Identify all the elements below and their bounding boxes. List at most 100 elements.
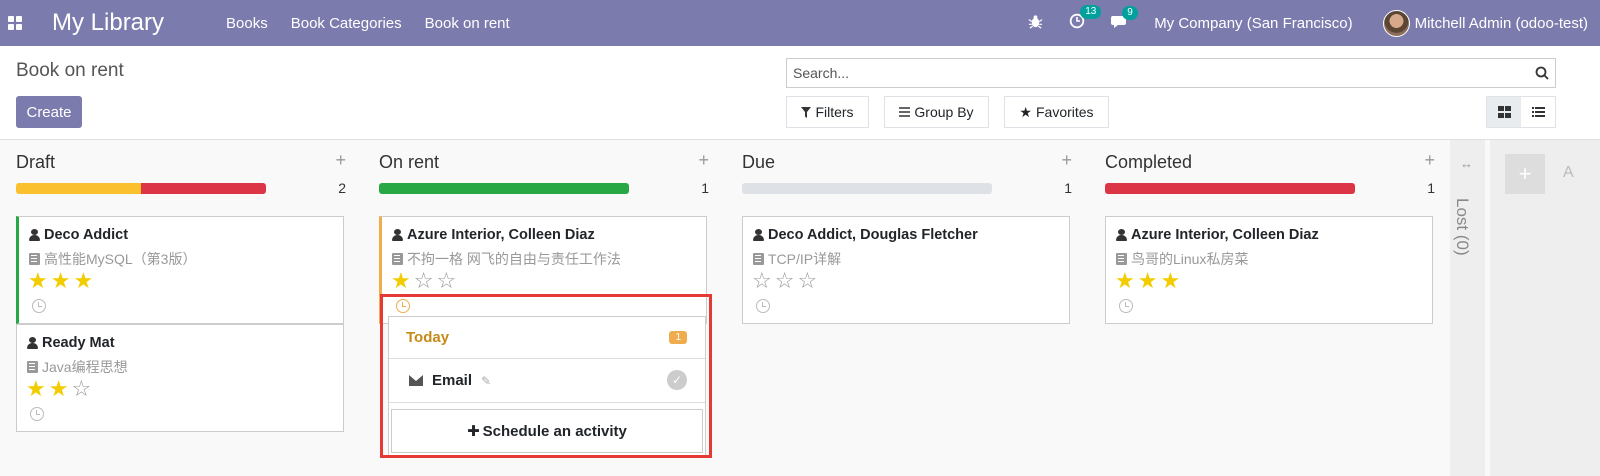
star-icon[interactable]: ★: [1115, 269, 1135, 293]
card-customer: Deco Addict: [44, 227, 129, 243]
quick-create-plus-icon[interactable]: +: [1061, 150, 1072, 171]
kanban-card[interactable]: Azure Interior, Colleen Diaz 不拘一格 网飞的自由与…: [379, 216, 707, 324]
star-outline-icon[interactable]: ☆: [414, 269, 434, 293]
add-column-hint: A: [1563, 164, 1574, 181]
search-input[interactable]: [793, 65, 1535, 81]
star-outline-icon[interactable]: ☆: [797, 269, 817, 293]
person-icon: [29, 229, 40, 241]
add-column-button[interactable]: +: [1505, 154, 1545, 194]
group-by-label: Group By: [914, 104, 974, 120]
activity-item[interactable]: Email ✎ ✓: [389, 359, 705, 403]
plus-icon: ✚: [467, 423, 480, 440]
quick-create-plus-icon[interactable]: +: [1424, 150, 1435, 171]
quick-create-plus-icon[interactable]: +: [698, 150, 709, 171]
edit-pencil-icon[interactable]: ✎: [481, 374, 491, 388]
priority-stars: ★ ★ ★: [1115, 269, 1180, 293]
activity-clock-icon[interactable]: [1119, 299, 1133, 313]
column-header: Draft + 2: [16, 140, 346, 200]
kanban-view-button[interactable]: [1487, 97, 1521, 127]
person-icon: [753, 229, 764, 241]
star-icon[interactable]: ★: [73, 269, 93, 293]
star-icon[interactable]: ★: [49, 377, 69, 401]
menu-item-book-categories[interactable]: Book Categories: [291, 15, 402, 32]
quick-create-plus-icon[interactable]: +: [335, 150, 346, 171]
progress-segment-overdue[interactable]: [1105, 183, 1355, 194]
star-icon[interactable]: ★: [28, 269, 48, 293]
progress-segment-planned[interactable]: [379, 183, 629, 194]
activity-clock-icon[interactable]: 13: [1069, 5, 1102, 33]
company-switcher[interactable]: My Company (San Francisco): [1154, 15, 1352, 32]
app-title[interactable]: My Library: [52, 9, 164, 37]
star-outline-icon[interactable]: ☆: [436, 269, 456, 293]
column-progress-bar[interactable]: [16, 183, 266, 194]
person-icon: [392, 229, 403, 241]
column-title[interactable]: Due: [742, 152, 775, 173]
apps-menu-icon[interactable]: [8, 16, 22, 30]
book-icon: [392, 253, 403, 265]
user-menu[interactable]: Mitchell Admin (odoo-test): [1382, 9, 1588, 37]
filter-icon: [801, 106, 812, 118]
column-progress-bar[interactable]: [742, 183, 992, 194]
person-icon: [1116, 229, 1127, 241]
activity-count-badge: 1: [669, 331, 687, 344]
star-icon[interactable]: ★: [51, 269, 71, 293]
group-by-button[interactable]: Group By: [884, 96, 989, 128]
activity-type-label: Email: [432, 372, 473, 389]
kanban-card[interactable]: Deco Addict, Douglas Fletcher TCP/IP详解 ☆…: [742, 216, 1070, 324]
schedule-activity-button[interactable]: ✚ Schedule an activity: [391, 409, 703, 453]
column-count: 2: [338, 180, 346, 196]
view-switcher: [1486, 96, 1556, 128]
book-icon: [1116, 253, 1127, 265]
activity-clock-icon[interactable]: [32, 299, 46, 313]
star-icon[interactable]: ★: [1160, 269, 1180, 293]
kanban-column-on-rent: On rent + 1 Azure Interior, Colleen Diaz…: [379, 140, 709, 324]
mark-done-check-icon[interactable]: ✓: [667, 370, 687, 390]
column-progress-bar[interactable]: [379, 183, 629, 194]
activity-clock-icon[interactable]: [756, 299, 770, 313]
list-view-button[interactable]: [1521, 97, 1555, 127]
activity-clock-icon[interactable]: [396, 299, 410, 313]
create-button[interactable]: Create: [16, 96, 82, 128]
kanban-column-lost-folded[interactable]: ↔ Lost (0): [1450, 140, 1485, 476]
star-outline-icon[interactable]: ☆: [752, 269, 772, 293]
debug-bug-icon[interactable]: [1028, 14, 1043, 33]
main-menu: Books Book Categories Book on rent: [226, 15, 533, 32]
avatar: [1382, 9, 1410, 37]
star-icon[interactable]: ★: [26, 377, 46, 401]
card-customer: Azure Interior, Colleen Diaz: [1131, 227, 1319, 243]
progress-segment-overdue[interactable]: [141, 183, 266, 194]
star-icon[interactable]: ★: [391, 269, 411, 293]
list-icon: [1531, 107, 1545, 117]
kanban-grid-icon: [1497, 106, 1511, 118]
kanban-card[interactable]: Deco Addict 高性能MySQL（第3版） ★ ★ ★: [16, 216, 344, 324]
book-icon: [27, 361, 38, 373]
card-book: 高性能MySQL（第3版）: [44, 251, 197, 267]
menu-item-book-on-rent[interactable]: Book on rent: [425, 15, 510, 32]
column-title[interactable]: Completed: [1105, 152, 1192, 173]
messages-icon[interactable]: 9: [1111, 5, 1138, 33]
activity-group-today: Today 1: [389, 317, 705, 359]
kanban-column-draft: Draft + 2 Deco Addict 高性能MySQL（第3版） ★ ★ ★ …: [16, 140, 346, 432]
column-header: Completed + 1: [1105, 140, 1435, 200]
person-icon: [27, 337, 38, 349]
activity-clock-icon[interactable]: [30, 407, 44, 421]
column-progress-bar[interactable]: [1105, 183, 1355, 194]
top-navbar: My Library Books Book Categories Book on…: [0, 0, 1600, 46]
star-icon[interactable]: ★: [1138, 269, 1158, 293]
progress-segment-planned[interactable]: [16, 183, 141, 194]
search-icon[interactable]: [1535, 66, 1549, 80]
expand-arrows-icon[interactable]: ↔: [1460, 156, 1473, 171]
kanban-card[interactable]: Ready Mat Java编程思想 ★ ★ ☆: [16, 324, 344, 432]
kanban-card[interactable]: Azure Interior, Colleen Diaz 鸟哥的Linux私房菜…: [1105, 216, 1433, 324]
filters-button[interactable]: Filters: [786, 96, 869, 128]
search-bar: [786, 58, 1556, 88]
menu-item-books[interactable]: Books: [226, 15, 268, 32]
column-title[interactable]: Draft: [16, 152, 55, 173]
activity-group-label: Today: [406, 329, 450, 346]
star-outline-icon[interactable]: ☆: [71, 377, 91, 401]
card-book: 鸟哥的Linux私房菜: [1131, 251, 1249, 267]
favorites-button[interactable]: ★ Favorites: [1004, 96, 1109, 128]
column-title[interactable]: On rent: [379, 152, 439, 173]
star-outline-icon[interactable]: ☆: [775, 269, 795, 293]
user-name: Mitchell Admin (odoo-test): [1414, 14, 1588, 32]
